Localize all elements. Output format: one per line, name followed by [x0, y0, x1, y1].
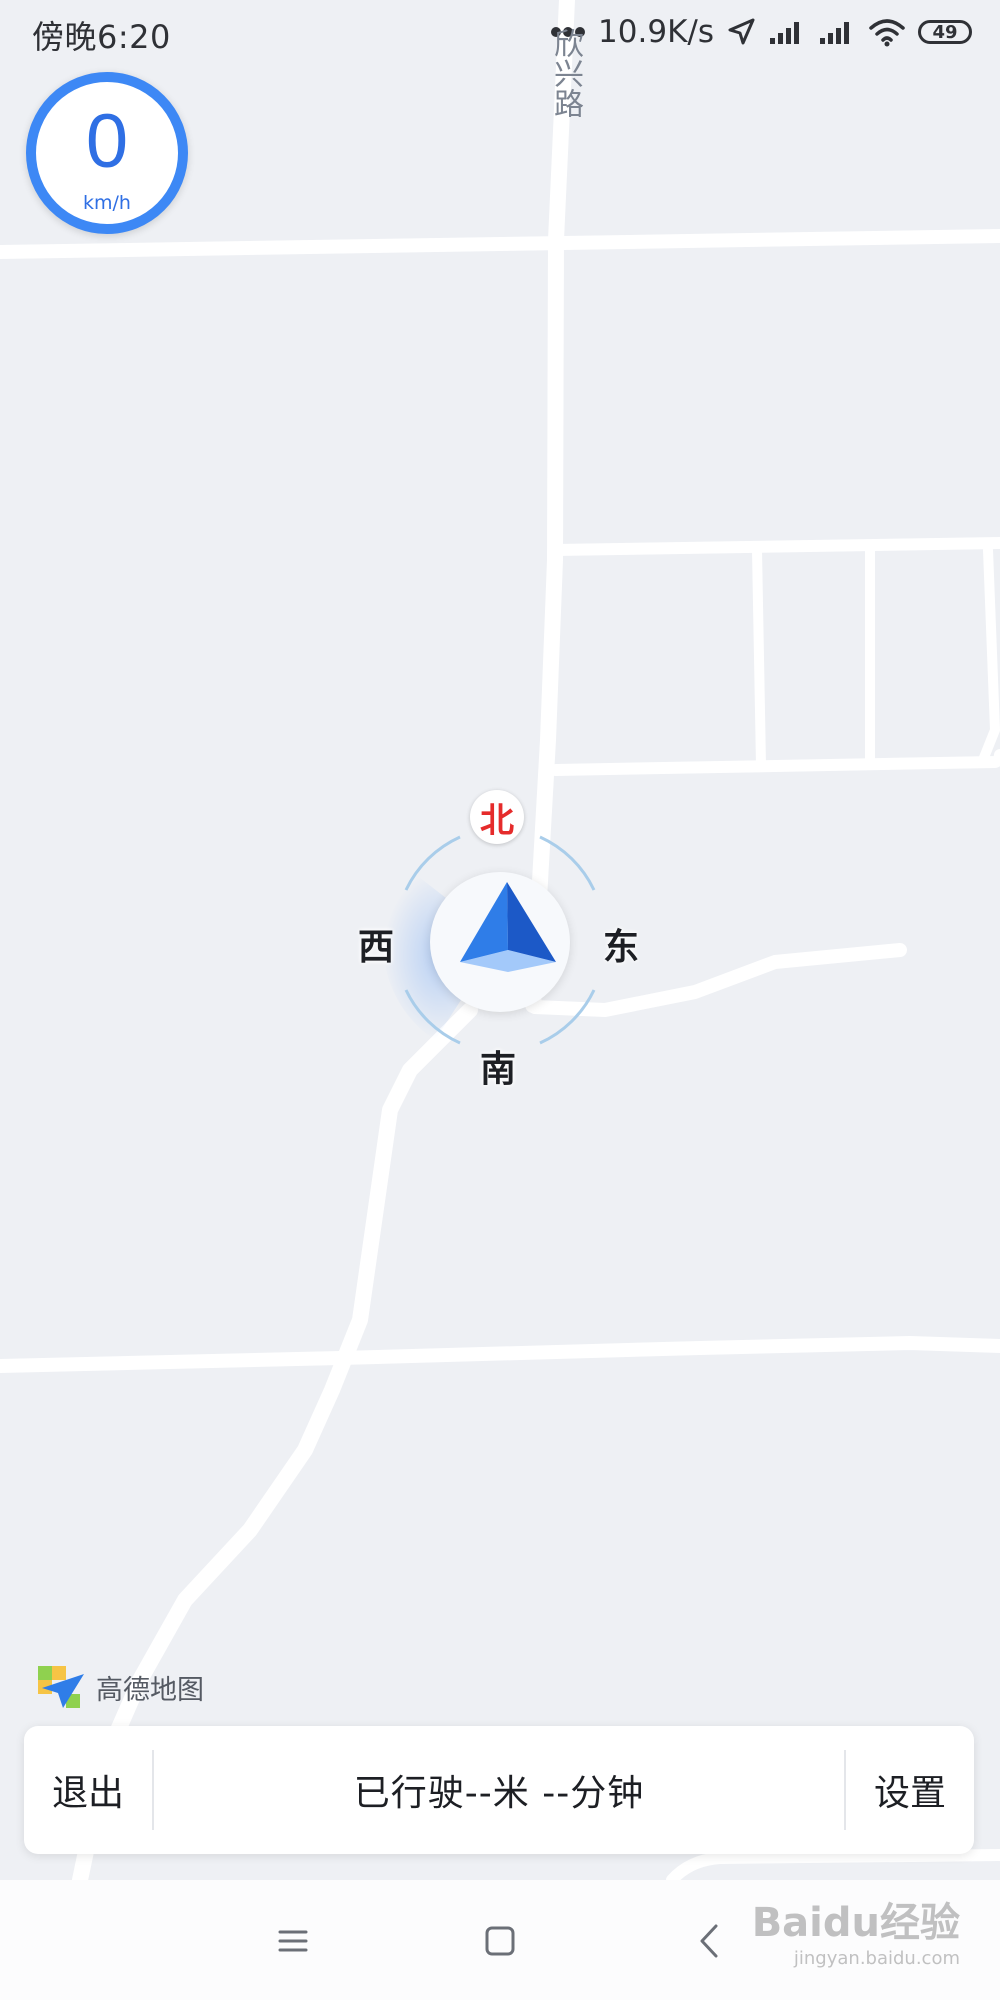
settings-button[interactable]: 设置	[846, 1726, 974, 1854]
compass-south: 南	[480, 1049, 517, 1090]
status-time: 傍晚6:20	[32, 18, 171, 56]
speed-unit: km/h	[83, 192, 131, 214]
trip-info: 已行驶--米 --分钟	[353, 1773, 645, 1814]
menu-icon[interactable]	[268, 1916, 318, 1966]
watermark: Baidu经验 jingyan.baidu.com	[752, 1890, 960, 1969]
compass-east: 东	[603, 927, 640, 968]
status-bar: 傍晚6:20 10.9K/s 49	[0, 0, 1000, 64]
navigation-arrow-icon	[460, 882, 556, 972]
signal-icon	[770, 22, 799, 44]
battery-level: 49	[932, 21, 958, 43]
network-speed: 10.9K/s	[598, 14, 714, 50]
signal-icon	[820, 22, 849, 44]
watermark-url: jingyan.baidu.com	[793, 1948, 960, 1969]
wifi-icon	[869, 19, 905, 47]
exit-button[interactable]: 退出	[24, 1726, 152, 1854]
location-arrow-icon	[728, 18, 755, 45]
amap-brand: 高德地图	[36, 1664, 204, 1710]
amap-logo-icon	[38, 1666, 84, 1708]
compass-west: 西	[358, 927, 395, 968]
compass-north: 北	[470, 790, 524, 844]
speedometer[interactable]: 0 km/h	[26, 72, 188, 234]
back-icon[interactable]	[686, 1916, 736, 1966]
brand-name: 高德地图	[96, 1674, 204, 1706]
home-icon[interactable]	[475, 1916, 525, 1966]
watermark-logo: Baidu经验	[751, 1900, 960, 1946]
battery-icon: 49	[918, 20, 972, 44]
road-label: 欣兴路	[548, 28, 583, 118]
trip-panel: 退出 已行驶--米 --分钟 设置	[24, 1726, 974, 1854]
speed-value: 0	[85, 99, 129, 184]
status-icons: 10.9K/s 49	[550, 10, 972, 54]
